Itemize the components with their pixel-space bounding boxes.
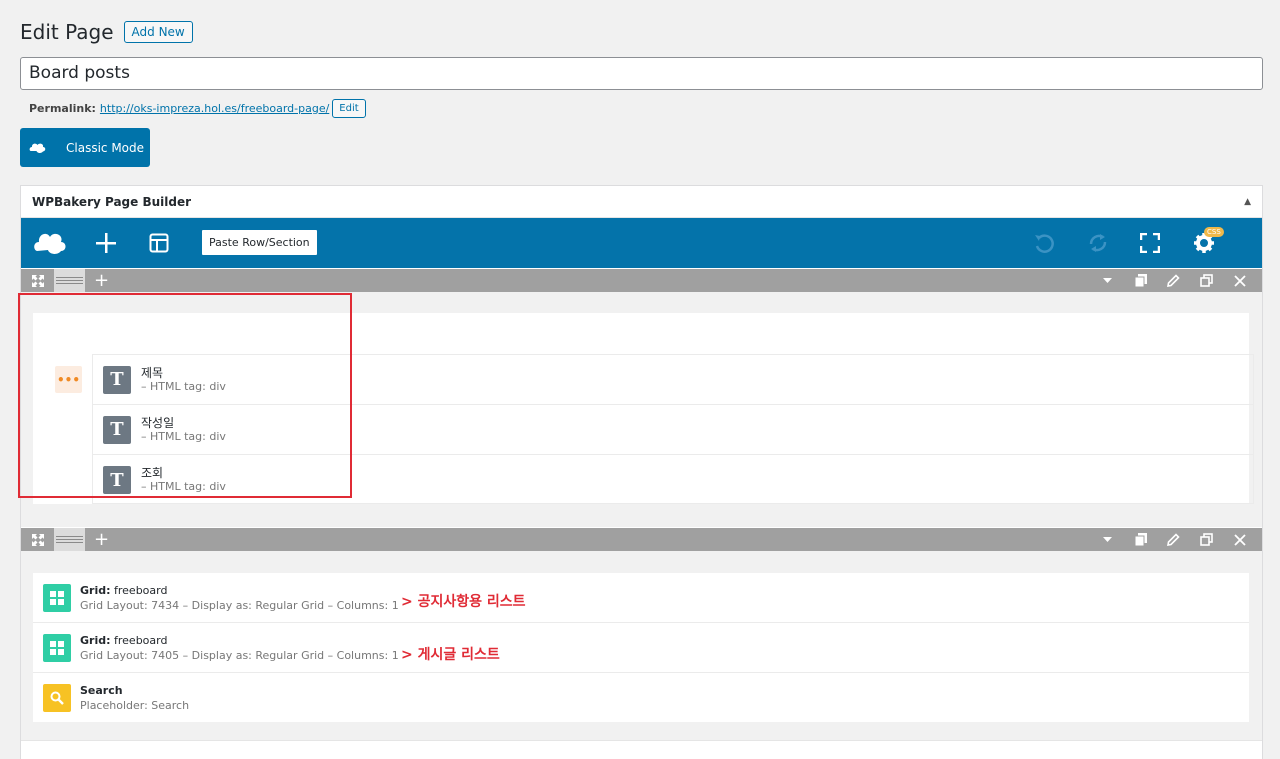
row-2: Grid: freeboard Grid Layout: 7434 – Disp…	[21, 551, 1262, 741]
undo-icon[interactable]	[1033, 232, 1055, 258]
row-1-controls: +	[21, 269, 1262, 292]
element-params: Grid Layout: 7434 – Display as: Regular …	[80, 598, 399, 612]
row-1-actions	[1091, 269, 1256, 292]
row-add-column-icon[interactable]: +	[85, 269, 118, 292]
row-delete-icon[interactable]	[1223, 533, 1256, 546]
row-move-icon[interactable]	[21, 269, 54, 292]
templates-icon[interactable]	[149, 233, 169, 257]
row-toggle-icon[interactable]	[1091, 536, 1124, 543]
permalink-edit-button[interactable]: Edit	[332, 98, 366, 118]
element-params: Grid Layout: 7405 – Display as: Regular …	[80, 648, 399, 662]
row-edit-icon[interactable]	[1157, 533, 1190, 546]
list-item[interactable]: Grid: freeboard Grid Layout: 7434 – Disp…	[33, 573, 1249, 623]
row-move-icon[interactable]	[21, 528, 54, 551]
grid-icon	[43, 633, 71, 662]
builder-toolbar: Paste Row/Section CSS	[21, 218, 1262, 268]
classic-mode-button[interactable]: Classic Mode	[20, 128, 150, 167]
grid-icon	[43, 583, 71, 612]
permalink-link[interactable]: http://oks-impreza.hol.es/freeboard-page…	[100, 102, 329, 115]
redo-icon[interactable]	[1087, 232, 1109, 258]
row-add-column-icon[interactable]: +	[85, 528, 118, 551]
row-2-actions	[1091, 528, 1256, 551]
row-layout-icon[interactable]	[54, 528, 85, 551]
classic-mode-label: Classic Mode	[66, 140, 145, 155]
highlight-box	[18, 293, 352, 498]
row-delete-icon[interactable]	[1223, 274, 1256, 287]
annotation-note: > 공지사항용 리스트	[401, 594, 526, 610]
element-value: freeboard	[114, 583, 168, 597]
fullscreen-icon[interactable]	[1139, 232, 1161, 257]
css-badge: CSS	[1204, 227, 1224, 237]
row-2-column: Grid: freeboard Grid Layout: 7434 – Disp…	[33, 573, 1249, 722]
row-2-controls: +	[21, 528, 1262, 551]
list-item[interactable]: Grid: freeboard Grid Layout: 7405 – Disp…	[33, 623, 1249, 673]
row-copy-icon[interactable]	[1124, 274, 1157, 287]
post-title-input[interactable]: Board posts	[20, 57, 1263, 90]
wpbakery-panel-title: WPBakery Page Builder	[32, 194, 192, 209]
page-title: Edit Page	[20, 20, 114, 44]
add-new-button[interactable]: Add New	[123, 21, 193, 43]
element-name: Grid:	[80, 583, 111, 597]
wpbakery-logo-icon[interactable]	[33, 229, 67, 259]
row-clone-icon[interactable]	[1190, 274, 1223, 287]
row-3	[21, 740, 1262, 759]
permalink: Permalink: http://oks-impreza.hol.es/fre…	[29, 97, 366, 119]
row-layout-icon[interactable]	[54, 269, 85, 292]
search-icon	[43, 684, 71, 712]
wpbakery-panel-header[interactable]: WPBakery Page Builder ▲	[21, 186, 1262, 218]
page-header: Edit Page Add New	[20, 18, 193, 46]
element-name: Search	[80, 684, 123, 697]
paste-row-section-button[interactable]: Paste Row/Section	[202, 230, 317, 255]
collapse-arrow-icon[interactable]: ▲	[1244, 197, 1251, 207]
element-name: Grid:	[80, 633, 111, 647]
list-item[interactable]: Search Placeholder: Search	[33, 673, 1249, 723]
wpbakery-logo-icon	[20, 141, 54, 154]
add-element-icon[interactable]	[95, 232, 117, 258]
row-clone-icon[interactable]	[1190, 533, 1223, 546]
element-value: freeboard	[114, 633, 168, 647]
element-params: Placeholder: Search	[80, 699, 190, 712]
row-toggle-icon[interactable]	[1091, 277, 1124, 284]
permalink-label: Permalink:	[29, 101, 96, 115]
row-edit-icon[interactable]	[1157, 274, 1190, 287]
annotation-note: > 게시글 리스트	[401, 647, 500, 663]
row-copy-icon[interactable]	[1124, 533, 1157, 546]
